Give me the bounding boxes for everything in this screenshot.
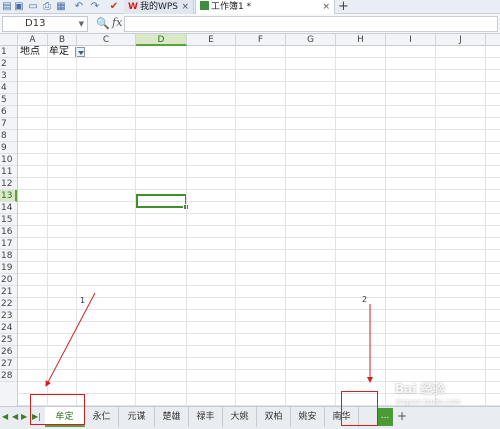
formula-input[interactable] xyxy=(124,16,498,32)
save-icon[interactable]: ▣ xyxy=(13,1,25,13)
row-header-13[interactable]: 13 xyxy=(0,190,17,202)
add-sheet-button[interactable]: + xyxy=(397,409,407,423)
sheet-tab-6[interactable]: 大姚 xyxy=(223,407,257,427)
cell-b1[interactable]: 牟定 xyxy=(47,46,69,58)
row-header-17[interactable]: 17 xyxy=(0,238,17,250)
spreadsheet-icon xyxy=(200,1,209,10)
gridline xyxy=(285,46,286,406)
column-header-e[interactable]: E xyxy=(187,34,236,46)
column-headers: ABCDEFGHIJ xyxy=(0,34,500,46)
row-header-26[interactable]: 26 xyxy=(0,346,17,358)
column-header-d[interactable]: D xyxy=(136,34,187,46)
row-header-20[interactable]: 20 xyxy=(0,274,17,286)
row-headers: 1 2 3 4 5 6 7 8 9 10 11 12 13 14 15 16 17 18 19 20 21 22 23 24 2… xyxy=(0,46,18,406)
undo-icon[interactable]: ↶ xyxy=(73,1,85,13)
next-sheet-icon[interactable]: ▶ xyxy=(21,412,27,421)
print-icon[interactable]: ⎙ xyxy=(41,1,53,13)
spreadsheet-window: ▤ ▣ ▭ ⎙ ▦ ↶ ↷ ✔ W 我的WPS × 工作簿1 * × + D13 … xyxy=(0,0,500,429)
formula-bar: D13 ▼ 🔍 fx xyxy=(0,14,500,34)
row-header-12[interactable]: 12 xyxy=(0,178,17,190)
row-header-3[interactable]: 3 xyxy=(0,70,17,82)
function-icon[interactable]: fx xyxy=(112,16,122,29)
gridline xyxy=(235,46,236,406)
column-header-h[interactable]: H xyxy=(336,34,386,46)
check-icon[interactable]: ✔ xyxy=(108,1,120,13)
redo-icon[interactable]: ↷ xyxy=(89,1,101,13)
more-sheets-button[interactable]: ... xyxy=(377,408,393,426)
select-all-corner[interactable] xyxy=(0,34,18,46)
row-header-10[interactable]: 10 xyxy=(0,154,17,166)
row-header-19[interactable]: 19 xyxy=(0,262,17,274)
row-header-24[interactable]: 24 xyxy=(0,322,17,334)
tab-workbook-label: 工作簿1 * xyxy=(211,2,252,12)
annotation-box-1 xyxy=(30,394,85,425)
row-header-14[interactable]: 14 xyxy=(0,202,17,214)
row-header-18[interactable]: 18 xyxy=(0,250,17,262)
row-header-4[interactable]: 4 xyxy=(0,82,17,94)
gridline xyxy=(385,46,386,406)
row-header-28[interactable]: 28 xyxy=(0,370,17,382)
chevron-down-icon[interactable]: ▼ xyxy=(79,17,84,31)
annotation-box-2 xyxy=(341,391,378,426)
row-header-6[interactable]: 6 xyxy=(0,106,17,118)
cell-grid[interactable]: 地点 牟定 xyxy=(18,46,500,406)
column-header-i[interactable]: I xyxy=(386,34,436,46)
app-menu-icon[interactable]: ▤ xyxy=(1,1,13,13)
row-header-5[interactable]: 5 xyxy=(0,94,17,106)
zoom-icon[interactable]: 🔍 xyxy=(96,17,110,30)
wps-logo-icon: W xyxy=(128,2,138,12)
print-preview-icon[interactable]: ▦ xyxy=(55,1,67,13)
row-header-1[interactable]: 1 xyxy=(0,46,17,58)
column-header-a[interactable]: A xyxy=(18,34,48,46)
close-icon[interactable]: × xyxy=(181,0,189,14)
column-header-b[interactable]: B xyxy=(48,34,77,46)
selected-cell-d13[interactable] xyxy=(136,194,189,210)
gridline xyxy=(335,46,336,406)
tab-workbook[interactable]: 工作簿1 * × xyxy=(195,0,335,14)
baidu-watermark: Bai 经验 xyxy=(395,382,445,396)
close-icon[interactable]: × xyxy=(322,0,330,14)
row-header-7[interactable]: 7 xyxy=(0,118,17,130)
sheet-tab-3[interactable]: 元谋 xyxy=(119,407,155,427)
annotation-label-2: 2 xyxy=(362,295,368,304)
new-tab-button[interactable]: + xyxy=(338,0,349,13)
row-header-16[interactable]: 16 xyxy=(0,226,17,238)
sheet-tab-7[interactable]: 双柏 xyxy=(257,407,291,427)
column-header-g[interactable]: G xyxy=(286,34,336,46)
gridline xyxy=(135,46,136,406)
name-box-value: D13 xyxy=(25,18,46,29)
row-header-22[interactable]: 22 xyxy=(0,298,17,310)
row-header-11[interactable]: 11 xyxy=(0,166,17,178)
gridline xyxy=(435,46,436,406)
open-icon[interactable]: ▭ xyxy=(27,1,39,13)
row-header-2[interactable]: 2 xyxy=(0,58,17,70)
name-box[interactable]: D13 ▼ xyxy=(2,16,88,32)
baidu-watermark-url: jingyan.baidu.com xyxy=(396,398,461,406)
annotation-label-1: 1 xyxy=(80,296,86,305)
gridline xyxy=(186,46,187,406)
sheet-tab-2[interactable]: 永仁 xyxy=(85,407,119,427)
prev-sheet-icon[interactable]: ◀ xyxy=(12,412,18,421)
tab-my-wps[interactable]: W 我的WPS × xyxy=(124,0,194,14)
row-header-23[interactable]: 23 xyxy=(0,310,17,322)
row-header-15[interactable]: 15 xyxy=(0,214,17,226)
cell-a1[interactable]: 地点 xyxy=(18,46,40,58)
sheet-tab-4[interactable]: 楚雄 xyxy=(155,407,189,427)
row-header-21[interactable]: 21 xyxy=(0,286,17,298)
row-header-9[interactable]: 9 xyxy=(0,142,17,154)
row-header-25[interactable]: 25 xyxy=(0,334,17,346)
title-tab-bar: ▤ ▣ ▭ ⎙ ▦ ↶ ↷ ✔ W 我的WPS × 工作簿1 * × + xyxy=(0,0,500,14)
gridline xyxy=(76,46,77,406)
sheet-tab-5[interactable]: 禄丰 xyxy=(189,407,223,427)
column-header-j[interactable]: J xyxy=(436,34,486,46)
column-header-c[interactable]: C xyxy=(77,34,136,46)
row-header-8[interactable]: 8 xyxy=(0,130,17,142)
tab-my-wps-label: 我的WPS xyxy=(139,2,178,12)
row-header-27[interactable]: 27 xyxy=(0,358,17,370)
sheet-tab-8[interactable]: 姚安 xyxy=(291,407,325,427)
column-header-f[interactable]: F xyxy=(236,34,286,46)
first-sheet-icon[interactable]: ◀ xyxy=(2,412,8,421)
gridline xyxy=(47,46,48,406)
gridline xyxy=(485,46,486,406)
